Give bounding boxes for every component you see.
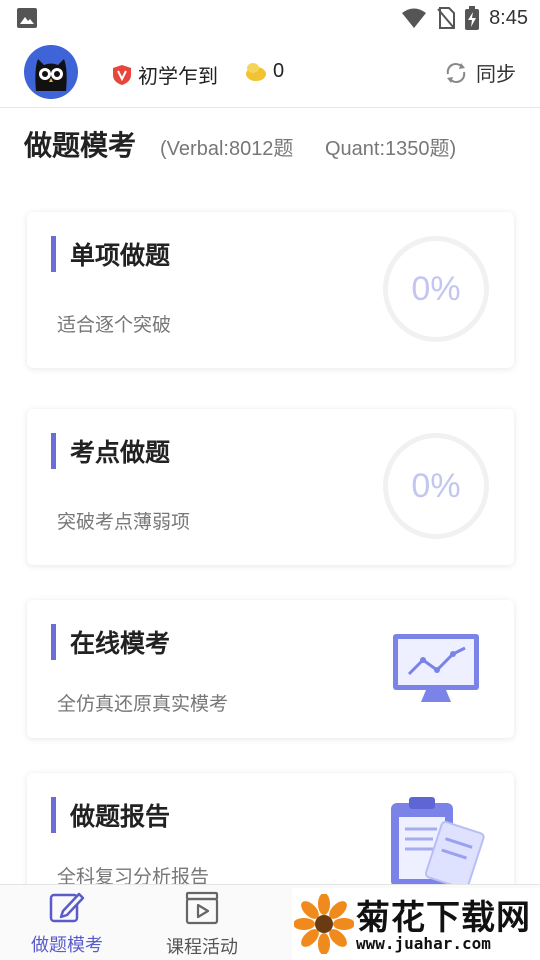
verbal-count: (Verbal:8012题	[160, 138, 294, 160]
progress-ring: 0%	[383, 236, 489, 342]
accent-bar	[51, 797, 56, 833]
level-label: 初学乍到	[138, 64, 218, 88]
video-play-icon	[185, 891, 219, 925]
card-title: 在线模考	[70, 629, 171, 658]
card-online-mock-exam[interactable]: 在线模考 全仿真还原真实模考	[27, 600, 514, 738]
sync-label: 同步	[476, 62, 516, 86]
clipboard-report-icon	[391, 797, 485, 890]
tab-label: 课程活动	[166, 937, 238, 958]
card-title: 考点做题	[70, 438, 171, 467]
progress-value: 0%	[411, 466, 461, 505]
wifi-icon	[402, 8, 427, 28]
quant-count: Quant:1350题)	[325, 138, 457, 160]
clock: 8:45	[489, 6, 528, 29]
card-single-practice[interactable]: 单项做题 适合逐个突破 0%	[27, 212, 514, 368]
card-description: 全仿真还原真实模考	[57, 693, 229, 715]
battery-charging-icon	[465, 6, 480, 30]
watermark: 菊花下载网 www.juahar.com	[292, 888, 540, 960]
tab-label: 做题模考	[31, 935, 103, 956]
card-header: 在线模考	[51, 624, 170, 660]
question-counts: (Verbal:8012题 Quant:1350题)	[160, 132, 482, 161]
accent-bar	[51, 236, 56, 272]
card-header: 做题报告	[51, 797, 170, 833]
card-description: 适合逐个突破	[57, 314, 172, 336]
card-title: 单项做题	[70, 241, 171, 270]
edit-icon	[49, 892, 85, 923]
v-shield-icon	[113, 64, 131, 85]
avatar[interactable]	[24, 45, 78, 99]
progress-value: 0%	[411, 269, 461, 308]
card-header: 单项做题	[51, 236, 170, 272]
tab-courses-activities[interactable]: 课程活动	[152, 891, 252, 959]
top-header: 初学乍到 0 同步	[0, 36, 540, 108]
gold-coin-icon	[246, 62, 266, 81]
accent-bar	[51, 624, 56, 660]
sync-icon	[446, 62, 466, 83]
status-bar: 8:45	[0, 0, 540, 36]
monitor-chart-icon	[393, 634, 479, 702]
image-icon	[17, 8, 37, 28]
card-description: 突破考点薄弱项	[57, 511, 191, 533]
user-level[interactable]: 初学乍到	[112, 60, 218, 89]
tab-practice-mock[interactable]: 做题模考	[17, 891, 117, 957]
accent-bar	[51, 433, 56, 469]
owl-avatar-icon	[35, 59, 67, 91]
no-sim-icon	[437, 7, 456, 29]
progress-ring: 0%	[383, 433, 489, 539]
sync-button[interactable]: 同步	[444, 58, 516, 87]
watermark-url: www.juahar.com	[356, 934, 491, 953]
card-header: 考点做题	[51, 433, 170, 469]
coin-balance[interactable]: 0	[245, 60, 284, 83]
card-topic-practice[interactable]: 考点做题 突破考点薄弱项 0%	[27, 409, 514, 565]
flower-logo-icon	[294, 894, 354, 954]
card-title: 做题报告	[70, 802, 171, 831]
watermark-name: 菊花下载网	[356, 898, 531, 938]
page-title-row: 做题模考 (Verbal:8012题 Quant:1350题)	[24, 124, 482, 164]
coin-count: 0	[273, 60, 285, 82]
page-title: 做题模考	[24, 129, 137, 162]
